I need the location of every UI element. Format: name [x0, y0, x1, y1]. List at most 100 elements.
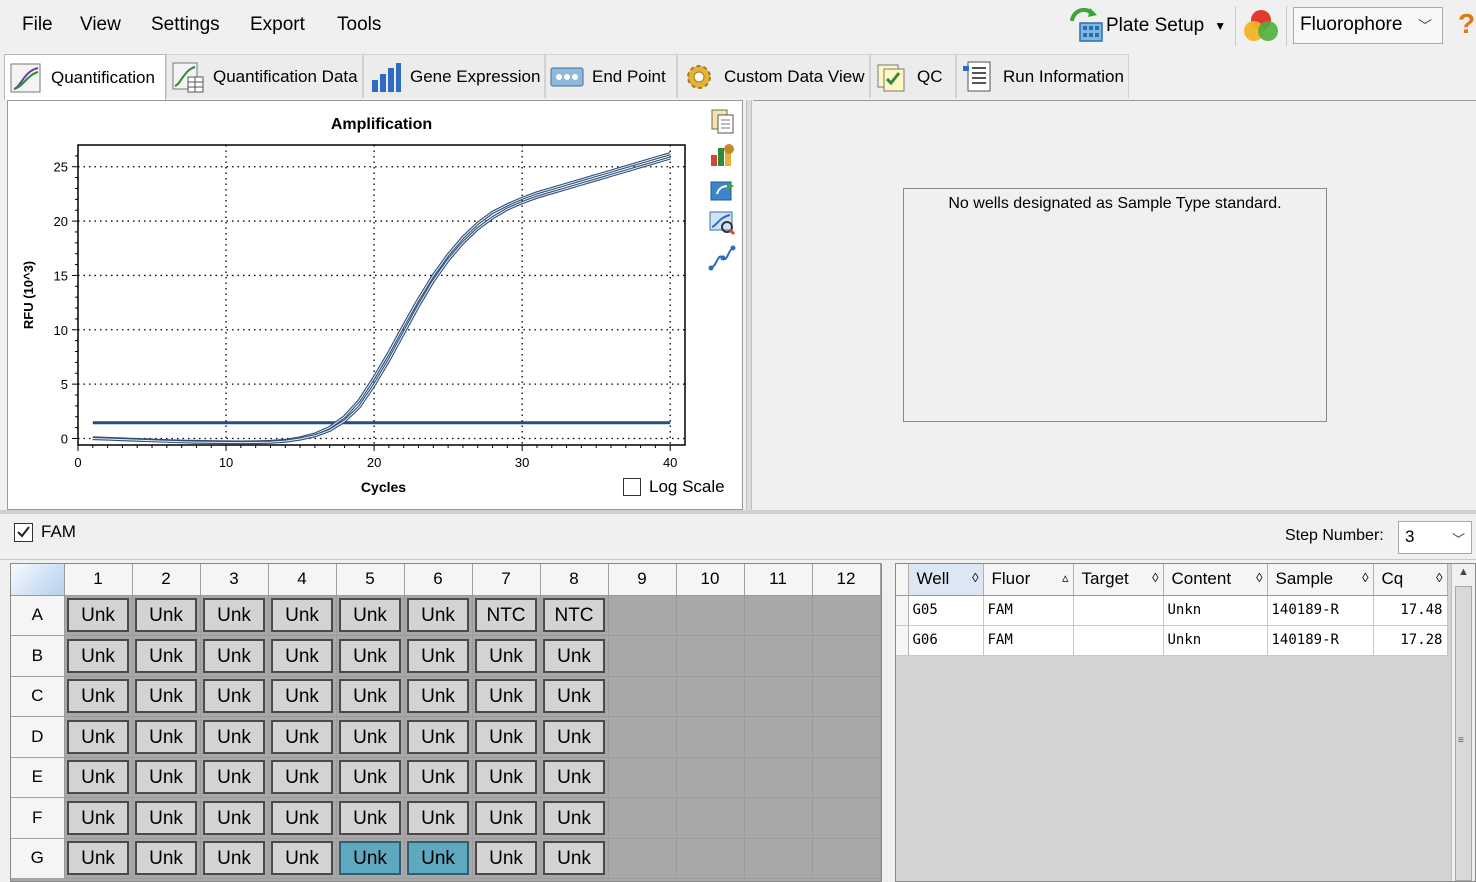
plate-well[interactable]: Unk: [200, 757, 269, 798]
plate-column-header[interactable]: 6: [404, 564, 473, 596]
plate-setup-button[interactable]: Plate Setup ▼: [1066, 4, 1226, 48]
plate-well[interactable]: [812, 797, 881, 839]
plate-well[interactable]: Unk: [132, 838, 201, 879]
fam-check-box[interactable]: [14, 522, 33, 542]
menu-view[interactable]: View: [80, 14, 121, 36]
plate-well[interactable]: Unk: [200, 838, 269, 879]
sort-icon[interactable]: ◊: [1152, 570, 1158, 585]
plate-well[interactable]: [676, 757, 745, 798]
plate-well[interactable]: [812, 838, 881, 879]
plate-column-header[interactable]: 2: [132, 564, 201, 596]
plate-well[interactable]: Unk: [472, 757, 541, 798]
chart-options-icon[interactable]: [708, 141, 736, 169]
column-header-sample[interactable]: Sample ◊: [1267, 564, 1374, 596]
plate-well[interactable]: Unk: [336, 838, 405, 879]
plate-well[interactable]: Unk: [268, 635, 337, 677]
column-header-cq[interactable]: Cq ◊: [1373, 564, 1448, 596]
copy-chart-icon[interactable]: [708, 107, 736, 135]
plate-well[interactable]: Unk: [404, 635, 473, 677]
table-row[interactable]: G05 FAM Unkn 140189-R 17.48: [896, 595, 1448, 626]
plate-well[interactable]: Unk: [472, 676, 541, 717]
plate-well[interactable]: Unk: [132, 757, 201, 798]
plate-well[interactable]: [744, 838, 813, 879]
scroll-up-icon[interactable]: ▲: [1455, 566, 1472, 583]
plate-well[interactable]: [608, 635, 677, 677]
plate-well[interactable]: Unk: [404, 757, 473, 798]
sort-icon[interactable]: ◊: [1256, 570, 1262, 585]
plate-well[interactable]: Unk: [336, 716, 405, 758]
plate-well[interactable]: Unk: [540, 676, 609, 717]
sort-icon[interactable]: ◊: [1436, 570, 1442, 585]
plate-column-header[interactable]: 10: [676, 564, 745, 596]
plate-well[interactable]: [676, 595, 745, 636]
plate-row-header[interactable]: D: [11, 716, 65, 758]
plate-well[interactable]: Unk: [132, 676, 201, 717]
plate-well[interactable]: Unk: [64, 635, 133, 677]
sort-icon[interactable]: ▵: [1062, 570, 1069, 586]
plate-column-header[interactable]: 3: [200, 564, 269, 596]
column-header-content[interactable]: Content ◊: [1163, 564, 1268, 596]
plate-well[interactable]: Unk: [268, 838, 337, 879]
sort-icon[interactable]: ◊: [1362, 570, 1368, 585]
plate-row-header[interactable]: C: [11, 676, 65, 717]
plate-column-header[interactable]: 8: [540, 564, 609, 596]
column-header-target[interactable]: Target ◊: [1073, 564, 1164, 596]
zoom-chart-icon[interactable]: [708, 209, 736, 237]
plate-well[interactable]: Unk: [268, 595, 337, 636]
menu-file[interactable]: File: [22, 14, 53, 36]
plate-well[interactable]: Unk: [268, 797, 337, 839]
tab-custom-data-view[interactable]: Custom Data View: [677, 54, 870, 98]
plate-well[interactable]: Unk: [268, 757, 337, 798]
plate-well[interactable]: [744, 716, 813, 758]
plate-well[interactable]: Unk: [132, 716, 201, 758]
tab-quantification-data[interactable]: Quantification Data: [166, 54, 363, 98]
plate-column-header[interactable]: 1: [64, 564, 133, 596]
plate-well[interactable]: Unk: [336, 595, 405, 636]
tab-qc[interactable]: QC: [870, 54, 956, 98]
plate-well[interactable]: Unk: [540, 716, 609, 758]
plate-well[interactable]: Unk: [404, 676, 473, 717]
menu-tools[interactable]: Tools: [337, 14, 381, 36]
plate-well[interactable]: Unk: [336, 676, 405, 717]
plate-well[interactable]: Unk: [132, 635, 201, 677]
plate-well[interactable]: [608, 676, 677, 717]
plate-well[interactable]: [812, 635, 881, 677]
vertical-splitter[interactable]: [746, 100, 752, 512]
plate-column-header[interactable]: 4: [268, 564, 337, 596]
plate-well[interactable]: [744, 635, 813, 677]
help-icon[interactable]: ?: [1458, 8, 1475, 40]
plate-well[interactable]: Unk: [64, 716, 133, 758]
plate-well[interactable]: Unk: [540, 797, 609, 839]
plate-well[interactable]: [676, 716, 745, 758]
plate-well[interactable]: Unk: [540, 635, 609, 677]
plate-well[interactable]: [744, 595, 813, 636]
plate-well[interactable]: Unk: [472, 797, 541, 839]
plate-well[interactable]: Unk: [336, 757, 405, 798]
plate-well[interactable]: Unk: [200, 595, 269, 636]
menu-settings[interactable]: Settings: [151, 14, 220, 36]
plate-well[interactable]: Unk: [336, 797, 405, 839]
row-selector[interactable]: [896, 625, 909, 656]
plate-well[interactable]: [812, 676, 881, 717]
plate-well[interactable]: Unk: [200, 716, 269, 758]
plate-well[interactable]: Unk: [132, 797, 201, 839]
color-settings-button[interactable]: [1242, 8, 1280, 44]
column-header-well[interactable]: Well ◊: [908, 564, 984, 596]
plate-well[interactable]: [812, 716, 881, 758]
plate-row-header[interactable]: A: [11, 595, 65, 636]
plate-column-header[interactable]: 5: [336, 564, 405, 596]
column-header-fluor[interactable]: Fluor ▵: [983, 564, 1074, 596]
plate-column-header[interactable]: 11: [744, 564, 813, 596]
plate-column-header[interactable]: 9: [608, 564, 677, 596]
plate-well[interactable]: Unk: [336, 635, 405, 677]
curve-fit-icon[interactable]: [708, 244, 736, 272]
table-row[interactable]: G06 FAM Unkn 140189-R 17.28: [896, 625, 1448, 656]
plate-well[interactable]: [608, 757, 677, 798]
scrollbar-thumb[interactable]: [1455, 586, 1472, 881]
log-scale-checkbox[interactable]: Log Scale: [623, 477, 725, 497]
plate-well[interactable]: Unk: [64, 595, 133, 636]
plate-well[interactable]: [676, 838, 745, 879]
plate-well[interactable]: Unk: [472, 838, 541, 879]
plate-well[interactable]: [608, 797, 677, 839]
fluorophore-dropdown[interactable]: Fluorophore ﹀: [1293, 7, 1443, 44]
